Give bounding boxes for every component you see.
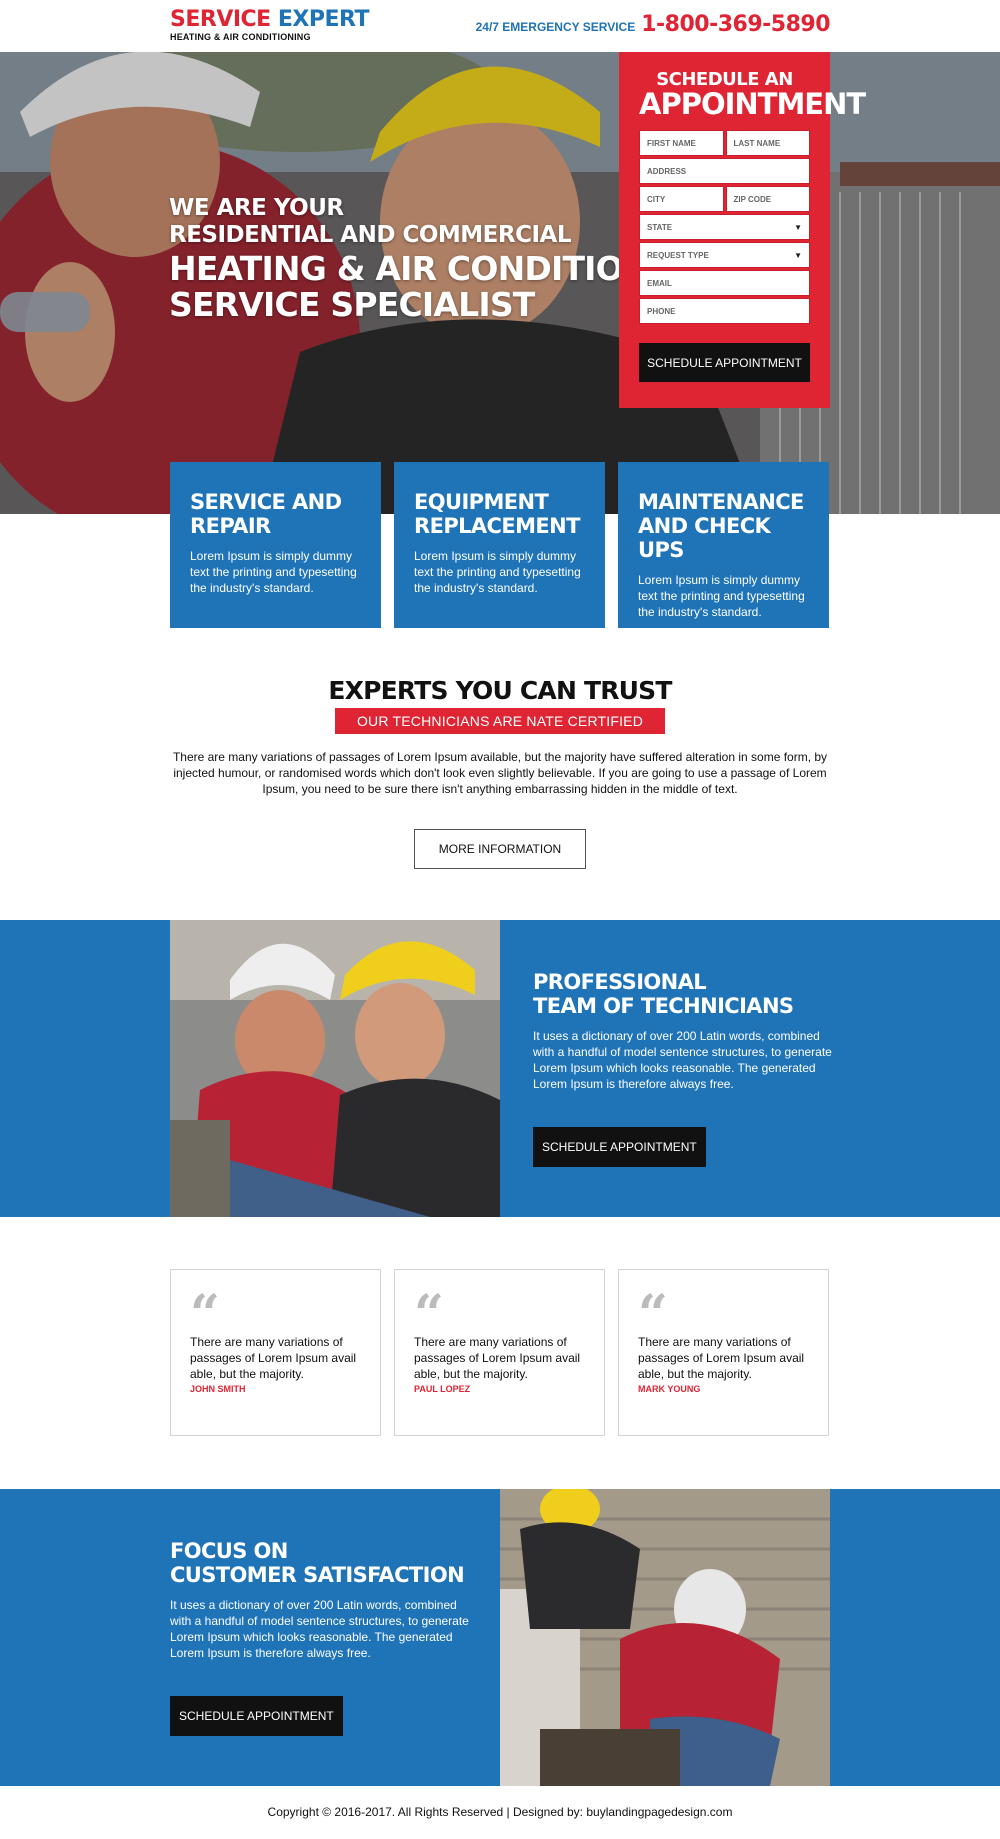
technician-repair-photo <box>500 1489 830 1786</box>
feature-title-line-1: SERVICE AND <box>190 490 342 514</box>
feature-card-equipment-replacement: EQUIPMENT REPLACEMENT Lorem Ipsum is sim… <box>394 462 605 628</box>
quote-icon: “ <box>414 1284 444 1345</box>
form-row-request: REQUEST TYPE ▼ <box>639 242 810 268</box>
hero-section: WE ARE YOUR RESIDENTIAL AND COMMERCIAL H… <box>0 52 1000 514</box>
customer-satisfaction-text: FOCUS ON CUSTOMER SATISFACTION It uses a… <box>170 1539 480 1736</box>
feature-body: Lorem Ipsum is simply dummy text the pri… <box>638 573 805 619</box>
section-title-line-1: FOCUS ON <box>170 1539 288 1563</box>
service-features: SERVICE AND REPAIR Lorem Ipsum is simply… <box>170 462 830 628</box>
schedule-appointment-button[interactable]: SCHEDULE APPOINTMENT <box>533 1127 706 1167</box>
section-title: FOCUS ON CUSTOMER SATISFACTION <box>170 1539 480 1587</box>
logo-word-service: SERVICE <box>170 7 271 32</box>
feature-title: EQUIPMENT REPLACEMENT <box>414 490 585 538</box>
feature-title: MAINTENANCE AND CHECK UPS <box>638 490 809 562</box>
dropdown-arrow-icon: ▼ <box>794 222 802 232</box>
testimonial-card: “ There are many variations of passages … <box>170 1269 381 1436</box>
testimonial-text: There are many variations of passages of… <box>190 1335 357 1381</box>
footer-copyright: Copyright © 2016-2017. All Rights Reserv… <box>267 1805 733 1819</box>
section-body: It uses a dictionary of over 200 Latin w… <box>170 1598 469 1660</box>
logo-word-expert: EXPERT <box>277 7 370 32</box>
testimonial-card: “ There are many variations of passages … <box>394 1269 605 1436</box>
phone-field[interactable]: PHONE <box>639 298 810 324</box>
feature-title-line-1: MAINTENANCE <box>638 490 804 514</box>
city-field[interactable]: CITY <box>639 186 724 212</box>
feature-body: Lorem Ipsum is simply dummy text the pri… <box>414 549 581 595</box>
form-row-city: CITY ZIP CODE <box>639 186 810 212</box>
feature-card-maintenance: MAINTENANCE AND CHECK UPS Lorem Ipsum is… <box>618 462 829 628</box>
emergency-label: 24/7 EMERGENCY SERVICE <box>475 20 636 34</box>
testimonial-text: There are many variations of passages of… <box>414 1335 581 1381</box>
request-type-select[interactable]: REQUEST TYPE ▼ <box>639 242 810 268</box>
testimonial-text: There are many variations of passages of… <box>638 1335 805 1381</box>
form-title-large: APPOINTMENT <box>639 87 866 121</box>
quote-icon: “ <box>638 1284 668 1345</box>
zip-code-field[interactable]: ZIP CODE <box>725 186 810 212</box>
professional-team-section: PROFESSIONAL TEAM OF TECHNICIANS It uses… <box>0 920 1000 1217</box>
certification-badge: OUR TECHNICIANS ARE NATE CERTIFIED <box>335 708 665 734</box>
schedule-appointment-submit-button[interactable]: SCHEDULE APPOINTMENT <box>639 343 810 382</box>
testimonial-card: “ There are many variations of passages … <box>618 1269 829 1436</box>
emergency-contact: 24/7 EMERGENCY SERVICE 1-800-369-5890 <box>475 12 831 37</box>
request-type-select-label: REQUEST TYPE <box>647 250 709 260</box>
testimonial-author: JOHN SMITH <box>190 1384 246 1394</box>
experts-body: There are many variations of passages of… <box>172 750 828 796</box>
schedule-appointment-button[interactable]: SCHEDULE APPOINTMENT <box>170 1696 343 1736</box>
feature-title-line-1: EQUIPMENT <box>414 490 549 514</box>
form-row-name: FIRST NAME LAST NAME <box>639 130 810 156</box>
feature-title-line-2: REPAIR <box>190 514 271 538</box>
testimonials: “ There are many variations of passages … <box>170 1269 830 1436</box>
section-title: PROFESSIONAL TEAM OF TECHNICIANS <box>533 970 833 1018</box>
feature-title: SERVICE AND REPAIR <box>190 490 361 538</box>
technicians-photo <box>170 920 500 1217</box>
technicians-illustration <box>170 920 500 1217</box>
state-select-label: STATE <box>647 222 673 232</box>
dropdown-arrow-icon: ▼ <box>794 250 802 260</box>
site-header: SERVICE EXPERT HEATING & AIR CONDITIONIN… <box>0 0 1000 52</box>
feature-title-line-2: REPLACEMENT <box>414 514 580 538</box>
experts-title: EXPERTS YOU CAN TRUST <box>328 676 672 705</box>
address-field[interactable]: ADDRESS <box>639 158 810 184</box>
more-information-button[interactable]: MORE INFORMATION <box>414 829 586 869</box>
feature-card-service-repair: SERVICE AND REPAIR Lorem Ipsum is simply… <box>170 462 381 628</box>
phone-number-link[interactable]: 1-800-369-5890 <box>641 12 830 37</box>
form-row-phone: PHONE <box>639 298 810 324</box>
form-row-email: EMAIL <box>639 270 810 296</box>
first-name-field[interactable]: FIRST NAME <box>639 130 724 156</box>
section-body: It uses a dictionary of over 200 Latin w… <box>533 1029 832 1091</box>
customer-satisfaction-section: FOCUS ON CUSTOMER SATISFACTION It uses a… <box>0 1489 1000 1786</box>
section-title-line-2: CUSTOMER SATISFACTION <box>170 1563 465 1587</box>
testimonial-author: PAUL LOPEZ <box>414 1384 471 1394</box>
professional-team-text: PROFESSIONAL TEAM OF TECHNICIANS It uses… <box>533 970 833 1167</box>
section-title-line-2: TEAM OF TECHNICIANS <box>533 994 794 1018</box>
experts-section: EXPERTS YOU CAN TRUST OUR TECHNICIANS AR… <box>0 676 1000 869</box>
testimonial-author: MARK YOUNG <box>638 1384 701 1394</box>
appointment-form: SCHEDULE AN APPOINTMENT FIRST NAME LAST … <box>619 52 866 408</box>
email-field[interactable]: EMAIL <box>639 270 810 296</box>
site-footer: Copyright © 2016-2017. All Rights Reserv… <box>0 1786 1000 1839</box>
section-title-line-1: PROFESSIONAL <box>533 970 707 994</box>
logo-title: SERVICE EXPERT <box>170 7 369 33</box>
technician-repair-illustration <box>500 1489 830 1786</box>
logo[interactable]: SERVICE EXPERT HEATING & AIR CONDITIONIN… <box>170 7 369 42</box>
form-row-state: STATE ▼ <box>639 214 810 240</box>
feature-body: Lorem Ipsum is simply dummy text the pri… <box>190 549 357 595</box>
state-select[interactable]: STATE ▼ <box>639 214 810 240</box>
logo-tagline: HEATING & AIR CONDITIONING <box>170 32 311 42</box>
last-name-field[interactable]: LAST NAME <box>725 130 810 156</box>
quote-icon: “ <box>190 1284 220 1345</box>
feature-title-line-2: AND CHECK UPS <box>638 514 771 562</box>
form-row-address: ADDRESS <box>639 158 810 184</box>
